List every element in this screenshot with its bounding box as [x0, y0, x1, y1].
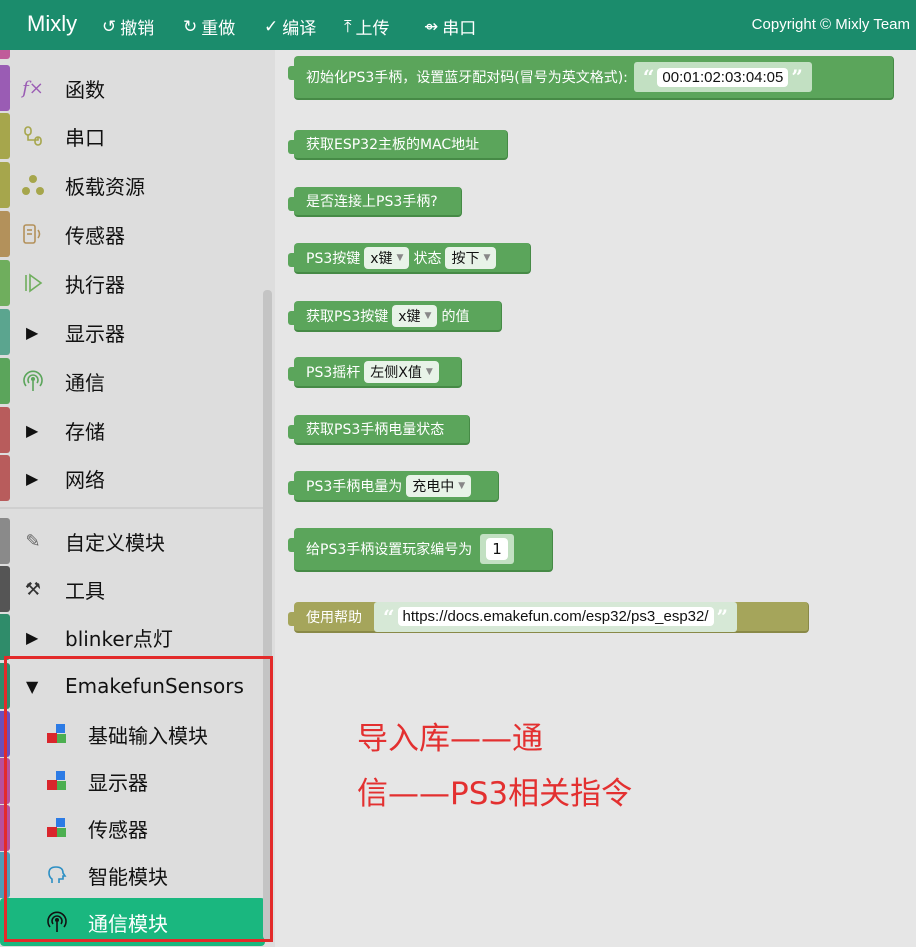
triangle-right-icon: ▶: [26, 468, 39, 488]
block-button-state[interactable]: PS3按键 x键 ▼ 状态 按下 ▼: [288, 243, 531, 274]
top-bar: Mixly ↺ 撤销 ↻ 重做 ✓ 编译 ⤒ 上传 ⇴ 串口 Copyright…: [0, 0, 916, 50]
sidebar-item-basic-input[interactable]: 基础输入模块: [0, 710, 265, 758]
triangle-right-icon: ▶: [26, 420, 39, 440]
sidebar-item-sensor[interactable]: 传感器: [0, 210, 265, 258]
button-dropdown[interactable]: x键 ▼: [392, 304, 438, 327]
toolbox-sidebar: f× 函数 串口 板载资源 传感器 执行器 ▶ 显示器 通信 ▶ 存储 ▶ 网络…: [0, 50, 275, 947]
antenna-icon: [44, 909, 70, 935]
sidebar-item-display[interactable]: ▶ 显示器: [0, 308, 265, 356]
pairing-code-field[interactable]: 00:01:02:03:04:05: [657, 67, 789, 87]
string-input-wrapper: “ 00:01:02:03:04:05 ”: [633, 62, 812, 92]
state-dropdown[interactable]: 按下 ▼: [445, 246, 497, 269]
sidebar-scrollbar[interactable]: [263, 290, 272, 940]
player-number-field[interactable]: 1: [486, 538, 508, 560]
compile-button[interactable]: ✓ 编译: [264, 14, 316, 40]
string-input-wrapper: “ https://docs.emakefun.com/esp32/ps3_es…: [374, 601, 738, 632]
block-battery-status[interactable]: 获取PS3手柄电量状态: [288, 415, 470, 445]
function-icon: f×: [22, 77, 44, 99]
button-dropdown[interactable]: x键 ▼: [364, 246, 410, 269]
block-is-connected[interactable]: 是否连接上PS3手柄?: [288, 187, 462, 217]
block-ps3-init[interactable]: 初始化PS3手柄，设置蓝牙配对码(冒号为英文格式): “ 00:01:02:03…: [288, 56, 894, 100]
redo-button[interactable]: ↻ 重做: [183, 14, 235, 40]
close-quote-icon: ”: [791, 65, 803, 89]
sidebar-item-emakefun-sensor[interactable]: 传感器: [0, 804, 265, 852]
sidebar-item-communication[interactable]: 通信: [0, 357, 265, 405]
antenna-icon: [20, 368, 46, 394]
sidebar-item-emakefun-display[interactable]: 显示器: [0, 757, 265, 805]
blocks-icon: [44, 768, 70, 794]
pencil-icon: ✎: [25, 530, 41, 552]
serial-icon: [20, 123, 46, 149]
sidebar-item-functions[interactable]: f× 函数: [0, 64, 265, 112]
annotation-line-1: 导入库——通: [357, 721, 543, 757]
app-logo[interactable]: Mixly: [27, 11, 77, 37]
undo-icon: ↺: [102, 16, 117, 37]
triangle-right-icon: ▶: [26, 322, 39, 342]
actuator-icon: [20, 270, 46, 296]
sensor-icon: [20, 221, 46, 247]
dropdown-arrow-icon: ▼: [483, 252, 491, 263]
dropdown-arrow-icon: ▼: [396, 252, 404, 263]
sidebar-item-blinker[interactable]: ▶ blinker点灯: [0, 613, 265, 661]
battery-dropdown[interactable]: 充电中 ▼: [406, 474, 472, 497]
block-joystick[interactable]: PS3摇杆 左侧X值 ▼: [288, 357, 462, 388]
block-get-mac[interactable]: 获取ESP32主板的MAC地址: [288, 130, 508, 160]
sidebar-item-storage[interactable]: ▶ 存储: [0, 406, 265, 454]
upload-icon: ⤒: [344, 16, 352, 37]
copyright-text: Copyright © Mixly Team: [751, 16, 910, 33]
sidebar-item-custom-module[interactable]: ✎ 自定义模块: [0, 517, 265, 565]
block-battery-is[interactable]: PS3手柄电量为 充电中 ▼: [288, 471, 499, 502]
block-help[interactable]: 使用帮助 “ https://docs.emakefun.com/esp32/p…: [288, 601, 809, 633]
open-quote-icon: “: [642, 65, 655, 89]
blocks-icon: [44, 815, 70, 841]
triangle-down-icon: ▼: [26, 676, 39, 696]
check-icon: ✓: [264, 16, 279, 37]
sidebar-item-network[interactable]: ▶ 网络: [0, 454, 265, 502]
redo-icon: ↻: [183, 16, 198, 37]
brain-icon: [44, 862, 70, 888]
sidebar-item-serial[interactable]: 串口: [0, 112, 265, 160]
annotation-line-2: 信——PS3相关指令: [357, 776, 633, 812]
undo-button[interactable]: ↺ 撤销: [102, 14, 154, 40]
close-quote-icon: ”: [716, 604, 729, 629]
sidebar-item-emakefun-sensors[interactable]: ▼ EmakefunSensors: [0, 662, 265, 710]
dropdown-arrow-icon: ▼: [425, 366, 433, 377]
blocks-icon: [44, 721, 70, 747]
number-input-wrapper: 1: [480, 534, 514, 564]
dropdown-arrow-icon: ▼: [458, 480, 466, 491]
axis-dropdown[interactable]: 左侧X值 ▼: [364, 360, 439, 383]
block-set-player[interactable]: 给PS3手柄设置玩家编号为 1: [288, 528, 553, 572]
sidebar-divider: [0, 507, 265, 509]
sidebar-item-smart-module[interactable]: 智能模块: [0, 851, 265, 899]
dropdown-arrow-icon: ▼: [424, 310, 432, 321]
triangle-right-icon: ▶: [26, 627, 39, 647]
sidebar-item-actuator[interactable]: 执行器: [0, 259, 265, 307]
sidebar-item-tools[interactable]: ⚒ 工具: [0, 565, 265, 613]
sidebar-item-comm-module[interactable]: 通信模块: [0, 898, 265, 946]
serial-button[interactable]: ⇴ 串口: [424, 14, 476, 40]
sidebar-item-board[interactable]: 板载资源: [0, 161, 265, 209]
board-icon: [20, 172, 46, 198]
tools-icon: ⚒: [24, 578, 42, 600]
sidebar-item-partial[interactable]: [0, 50, 265, 60]
upload-button[interactable]: ⤒ 上传: [344, 14, 390, 40]
block-button-value[interactable]: 获取PS3按键 x键 ▼ 的值: [288, 301, 502, 332]
help-url-field[interactable]: https://docs.emakefun.com/esp32/ps3_esp3…: [397, 607, 714, 626]
open-quote-icon: “: [383, 604, 395, 629]
usb-icon: ⇴: [424, 16, 439, 37]
